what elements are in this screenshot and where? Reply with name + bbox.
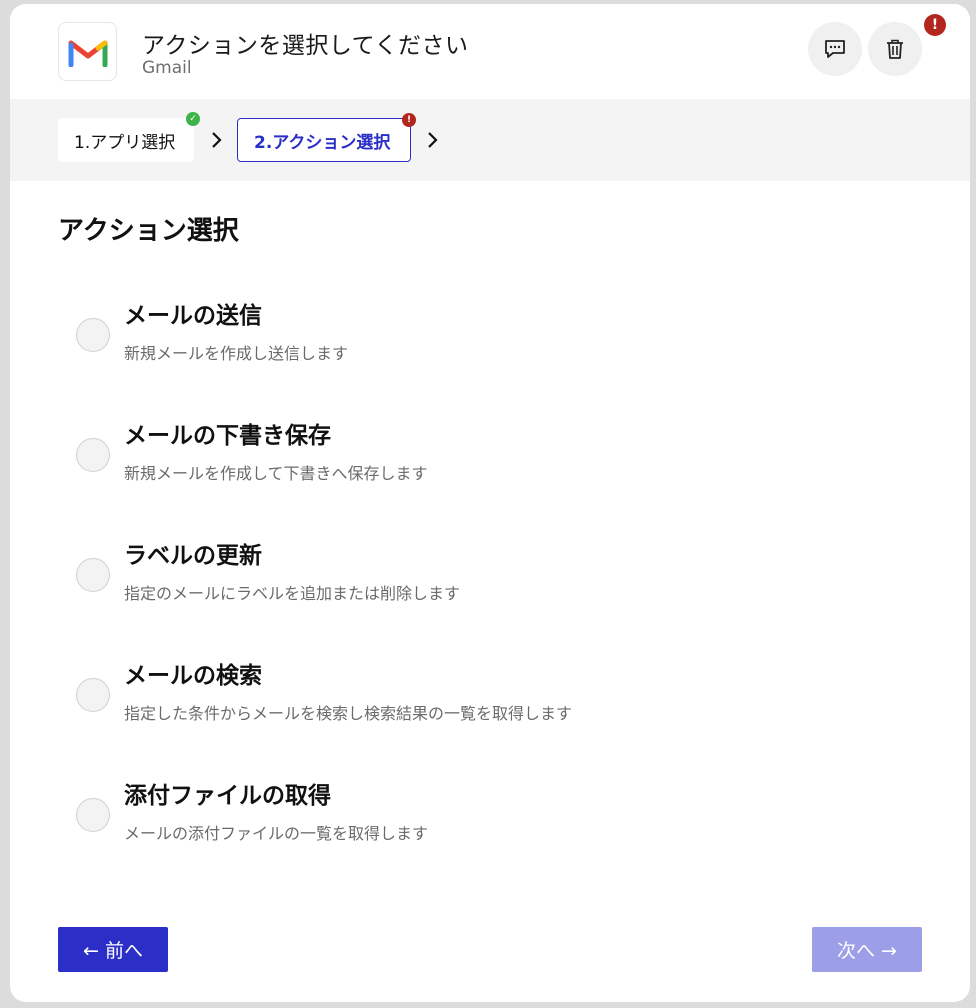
option-description: 指定した条件からメールを検索し検索結果の一覧を取得します (124, 704, 573, 723)
radio-button[interactable] (76, 318, 110, 352)
step-label: 1.アプリ選択 (74, 132, 176, 153)
header: アクションを選択してください Gmail (10, 4, 970, 99)
section-title: アクション選択 (58, 216, 239, 246)
comment-icon (825, 40, 845, 58)
option-get-attachments[interactable]: 添付ファイルの取得 メールの添付ファイルの一覧を取得します (58, 764, 918, 854)
option-title: 添付ファイルの取得 (124, 783, 331, 809)
option-send-mail[interactable]: メールの送信 新規メールを作成し送信します (58, 284, 918, 374)
option-description: 指定のメールにラベルを追加または削除します (124, 584, 461, 603)
stepper: 1.アプリ選択 ✓ 2.アクション選択 ! (10, 99, 970, 181)
trash-icon (887, 39, 903, 59)
next-button[interactable]: 次へ → (812, 927, 922, 972)
option-title: メールの送信 (124, 303, 262, 329)
chevron-right-icon (420, 125, 444, 155)
action-select-card: アクションを選択してください Gmail 1.アプリ選択 ✓ 2.アクション選択… (10, 4, 970, 1002)
radio-button[interactable] (76, 678, 110, 712)
comment-button[interactable] (808, 22, 862, 76)
option-title: メールの検索 (124, 663, 262, 689)
option-description: 新規メールを作成して下書きへ保存します (124, 464, 428, 483)
step-action-select[interactable]: 2.アクション選択 ! (237, 113, 416, 162)
radio-button[interactable] (76, 798, 110, 832)
option-save-draft[interactable]: メールの下書き保存 新規メールを作成して下書きへ保存します (58, 404, 918, 494)
radio-button[interactable] (76, 558, 110, 592)
error-badge-icon: ! (924, 14, 946, 36)
option-search-mail[interactable]: メールの検索 指定した条件からメールを検索し検索結果の一覧を取得します (58, 644, 918, 734)
error-icon: ! (402, 113, 416, 127)
step-app-select[interactable]: 1.アプリ選択 ✓ (58, 112, 200, 162)
gmail-logo-icon (58, 22, 117, 81)
radio-button[interactable] (76, 438, 110, 472)
option-description: 新規メールを作成し送信します (124, 344, 349, 363)
option-update-label[interactable]: ラベルの更新 指定のメールにラベルを追加または削除します (58, 524, 918, 614)
option-title: メールの下書き保存 (124, 423, 331, 449)
step-label: 2.アクション選択 (254, 132, 391, 153)
option-title: ラベルの更新 (124, 543, 262, 569)
delete-button[interactable] (868, 22, 922, 76)
page-title: アクションを選択してください (142, 33, 469, 59)
option-description: メールの添付ファイルの一覧を取得します (124, 824, 429, 843)
chevron-right-icon (204, 125, 228, 155)
check-icon: ✓ (186, 112, 200, 126)
app-name: Gmail (142, 58, 192, 78)
prev-button[interactable]: ← 前へ (58, 927, 168, 972)
